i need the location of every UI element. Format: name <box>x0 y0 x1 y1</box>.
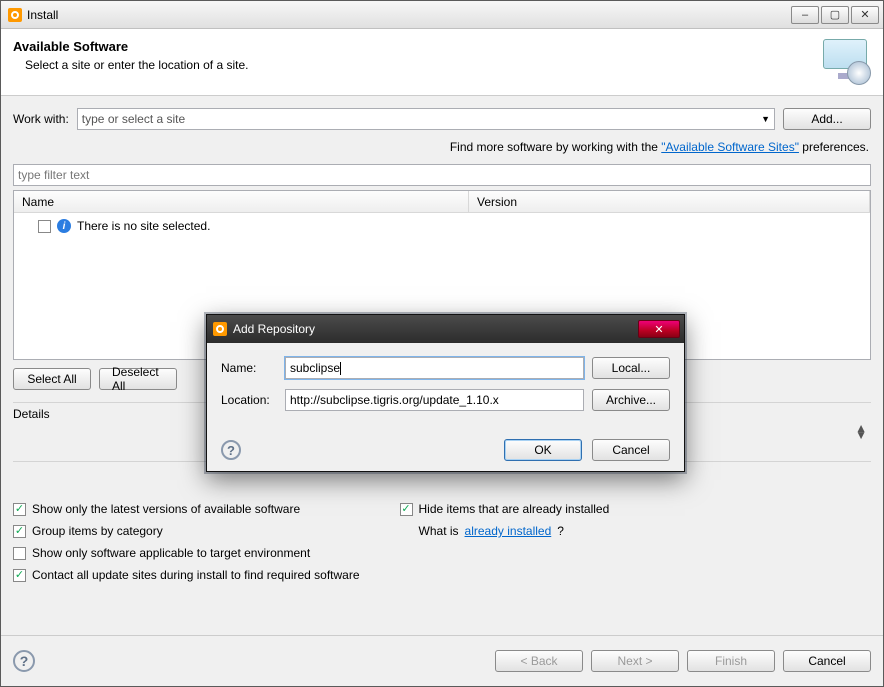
available-sites-link[interactable]: "Available Software Sites" <box>661 140 799 154</box>
filter-input[interactable]: type filter text <box>13 164 871 186</box>
opt-group-checkbox[interactable] <box>13 525 26 538</box>
maximize-button[interactable]: ▢ <box>821 6 849 24</box>
location-label: Location: <box>221 393 277 407</box>
install-icon <box>819 39 871 85</box>
add-repository-dialog: Add Repository ✕ Name: subclipse Local..… <box>206 314 685 472</box>
tree-empty-row: i There is no site selected. <box>22 217 862 235</box>
location-input[interactable]: http://subclipse.tigris.org/update_1.10.… <box>285 389 584 411</box>
already-installed-link[interactable]: already installed <box>465 524 552 538</box>
minimize-button[interactable]: – <box>791 6 819 24</box>
details-spinner[interactable]: ▲▼ <box>855 425 867 439</box>
workwith-label: Work with: <box>13 112 69 126</box>
install-window: Install – ▢ ✕ Available Software Select … <box>0 0 884 687</box>
dialog-titlebar[interactable]: Add Repository ✕ <box>207 315 684 343</box>
col-version[interactable]: Version <box>469 191 870 212</box>
opt-contact-checkbox[interactable] <box>13 569 26 582</box>
deselect-all-button[interactable]: Deselect All <box>99 368 177 390</box>
workwith-combo[interactable]: type or select a site ▼ <box>77 108 775 130</box>
dialog-ok-button[interactable]: OK <box>504 439 582 461</box>
dialog-close-button[interactable]: ✕ <box>638 320 680 338</box>
wizard-footer: ? < Back Next > Finish Cancel <box>1 635 883 686</box>
empty-message: There is no site selected. <box>77 219 210 233</box>
titlebar[interactable]: Install – ▢ ✕ <box>1 1 883 29</box>
page-subtitle: Select a site or enter the location of a… <box>13 58 248 72</box>
help-icon[interactable]: ? <box>221 440 241 460</box>
name-input[interactable]: subclipse <box>285 357 584 379</box>
next-button[interactable]: Next > <box>591 650 679 672</box>
finish-button[interactable]: Finish <box>687 650 775 672</box>
dialog-cancel-button[interactable]: Cancel <box>592 439 670 461</box>
help-icon[interactable]: ? <box>13 650 35 672</box>
name-label: Name: <box>221 361 277 375</box>
back-button[interactable]: < Back <box>495 650 583 672</box>
row-checkbox[interactable] <box>38 220 51 233</box>
page-title: Available Software <box>13 39 248 54</box>
gear-icon <box>7 7 23 23</box>
cancel-button[interactable]: Cancel <box>783 650 871 672</box>
chevron-down-icon[interactable]: ▼ <box>761 114 770 124</box>
info-icon: i <box>57 219 71 233</box>
workwith-placeholder: type or select a site <box>82 112 185 126</box>
opt-hide-checkbox[interactable] <box>400 503 413 516</box>
window-title: Install <box>27 8 791 22</box>
archive-button[interactable]: Archive... <box>592 389 670 411</box>
sites-hint: Find more software by working with the "… <box>13 134 871 164</box>
col-name[interactable]: Name <box>14 191 469 212</box>
gear-icon <box>213 322 227 336</box>
local-button[interactable]: Local... <box>592 357 670 379</box>
add-button[interactable]: Add... <box>783 108 871 130</box>
header-banner: Available Software Select a site or ente… <box>1 29 883 96</box>
dialog-title: Add Repository <box>233 322 315 336</box>
select-all-button[interactable]: Select All <box>13 368 91 390</box>
close-button[interactable]: ✕ <box>851 6 879 24</box>
opt-latest-checkbox[interactable] <box>13 503 26 516</box>
opt-target-checkbox[interactable] <box>13 547 26 560</box>
